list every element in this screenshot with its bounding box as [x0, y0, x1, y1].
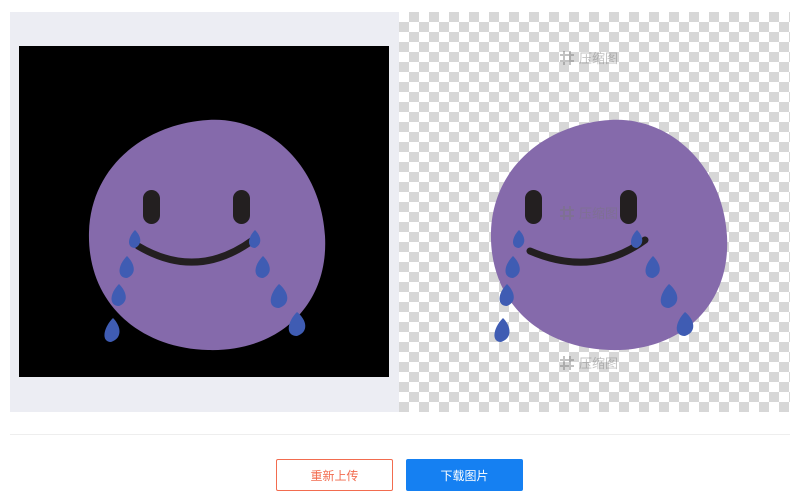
- result-image-panel: 压缩图 压缩图 压缩图: [399, 12, 790, 412]
- crying-smile-emoji-icon: [88, 119, 326, 351]
- remove-background-result-page: 压缩图 压缩图 压缩图 重新上传 下载图片: [0, 0, 800, 491]
- original-image: [19, 46, 389, 377]
- watermark-text: 压缩图: [579, 52, 619, 67]
- watermark: 压缩图: [559, 203, 618, 222]
- watermark: 压缩图: [559, 353, 618, 372]
- preview-area: 压缩图 压缩图 压缩图: [10, 12, 790, 412]
- watermark-logo-icon: [560, 205, 574, 220]
- watermark-logo-icon: [560, 355, 574, 370]
- watermark-text: 压缩图: [579, 207, 619, 222]
- watermark-text: 压缩图: [579, 357, 619, 372]
- divider: [10, 434, 790, 435]
- action-bar: 重新上传 下载图片: [0, 459, 800, 491]
- download-image-button[interactable]: 下载图片: [406, 459, 523, 491]
- crying-smile-emoji-icon: [490, 119, 728, 351]
- watermark-logo-icon: [560, 50, 574, 65]
- reupload-button[interactable]: 重新上传: [276, 459, 393, 491]
- watermark: 压缩图: [559, 48, 618, 67]
- original-image-panel: [10, 12, 399, 412]
